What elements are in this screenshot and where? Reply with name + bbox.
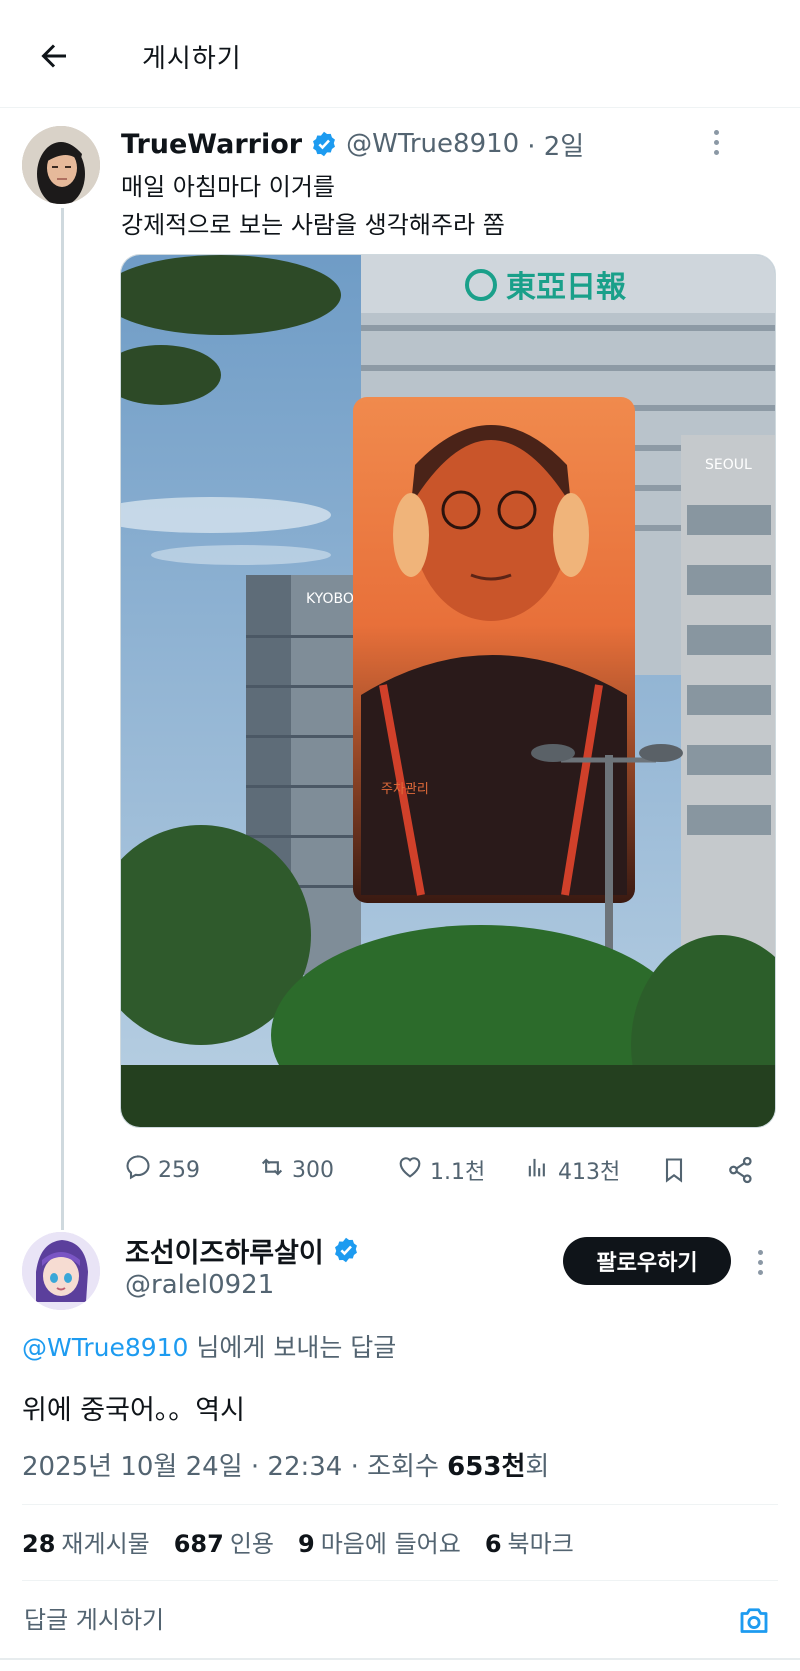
thread-connector — [61, 208, 64, 1230]
tweet-text: 매일 아침마다 이거를 강제적으로 보는 사람을 생각해주라 쫌 — [121, 168, 505, 244]
screen-caption: 주차관리 — [381, 782, 429, 797]
stat-number: 6 — [484, 1530, 502, 1558]
stat-label: 북마크 — [507, 1530, 574, 1558]
back-arrow-icon[interactable] — [32, 34, 76, 78]
camera-icon[interactable] — [733, 1600, 775, 1642]
stat-number: 28 — [22, 1530, 56, 1558]
sign-kyobo: KYOBO — [306, 591, 354, 607]
like-icon — [396, 1153, 424, 1187]
sign-seoul: SEOUL — [705, 457, 752, 473]
bookmark-icon[interactable] — [660, 1148, 688, 1192]
author-name[interactable]: TrueWarrior — [121, 129, 302, 160]
tweet-text-line: 강제적으로 보는 사람을 생각해주라 쫌 — [121, 211, 505, 239]
divider — [22, 1504, 778, 1505]
page-title: 게시하기 — [142, 44, 242, 74]
stat-label: 인용 — [229, 1530, 275, 1558]
view-count: 653천 — [447, 1452, 526, 1482]
reply-action[interactable]: 259 — [124, 1148, 200, 1192]
views-action[interactable]: 413천 — [524, 1148, 620, 1192]
verified-badge-icon — [310, 130, 338, 158]
reply-context: @WTrue8910 님에게 보내는 답글 — [22, 1328, 396, 1364]
stat-quotes[interactable]: 687 인용 — [174, 1524, 274, 1559]
stat-bookmarks[interactable]: 6 북마크 — [485, 1524, 574, 1559]
mention-link[interactable]: @WTrue8910 — [22, 1333, 188, 1362]
avatar[interactable] — [22, 1232, 100, 1310]
engagement-stats: 28 재게시물 687 인용 9 마음에 들어요 6 북마크 — [22, 1524, 574, 1559]
divider — [22, 1580, 778, 1581]
like-count: 1.1천 — [430, 1160, 486, 1185]
reply-text: 위에 중국어。。역시 — [22, 1395, 245, 1426]
top-bar: 게시하기 — [0, 0, 800, 108]
repost-icon — [258, 1153, 286, 1187]
stat-likes[interactable]: 9 마음에 들어요 — [298, 1524, 461, 1559]
post-date: 2025년 10월 24일 · 22:34 · 조회수 — [22, 1452, 448, 1482]
stat-label: 마음에 들어요 — [320, 1530, 461, 1558]
author-handle[interactable]: @WTrue8910 — [346, 129, 519, 159]
tweet-text-line: 매일 아침마다 이거를 — [121, 173, 335, 201]
reply-count: 259 — [158, 1157, 200, 1183]
stat-label: 재게시물 — [61, 1530, 150, 1558]
post-meta: 2025년 10월 24일 · 22:34 · 조회수 653천회 — [22, 1446, 549, 1483]
repost-count: 300 — [292, 1157, 334, 1183]
repost-action[interactable]: 300 — [258, 1148, 334, 1192]
share-icon[interactable] — [726, 1148, 756, 1192]
reply-context-text: 님에게 보내는 답글 — [188, 1333, 397, 1362]
more-icon[interactable] — [704, 120, 728, 164]
view-count-suffix: 회 — [525, 1452, 550, 1482]
views-count: 413천 — [558, 1160, 621, 1185]
stat-number: 9 — [298, 1530, 315, 1558]
views-icon — [524, 1153, 552, 1187]
avatar[interactable] — [22, 126, 100, 204]
reply-input[interactable] — [24, 1600, 624, 1640]
author-name[interactable]: 조선이즈하루살이 — [125, 1231, 324, 1270]
composer-bottom-border — [0, 1658, 800, 1660]
like-action[interactable]: 1.1천 — [396, 1148, 485, 1192]
verified-badge-icon — [332, 1236, 360, 1264]
tweet-time: · 2일 — [527, 131, 585, 162]
tweet-photo[interactable]: 東亞日報 KYOBO SEOUL 주차관리 — [120, 254, 776, 1128]
reply-author: 조선이즈하루살이 — [125, 1228, 360, 1272]
tweet-action-bar: 259 300 1.1천 413천 — [120, 1148, 780, 1192]
stat-number: 687 — [173, 1530, 224, 1558]
stat-reposts[interactable]: 28 재게시물 — [22, 1524, 150, 1559]
reply-icon — [124, 1153, 152, 1187]
author-handle[interactable]: @ralel0921 — [125, 1270, 274, 1300]
sign-dongailbo: 東亞日報 — [506, 270, 627, 305]
tweet-author: TrueWarrior @WTrue8910 · 2일 — [121, 124, 584, 164]
follow-button[interactable]: 팔로우하기 — [563, 1237, 731, 1285]
more-icon[interactable] — [748, 1240, 772, 1284]
